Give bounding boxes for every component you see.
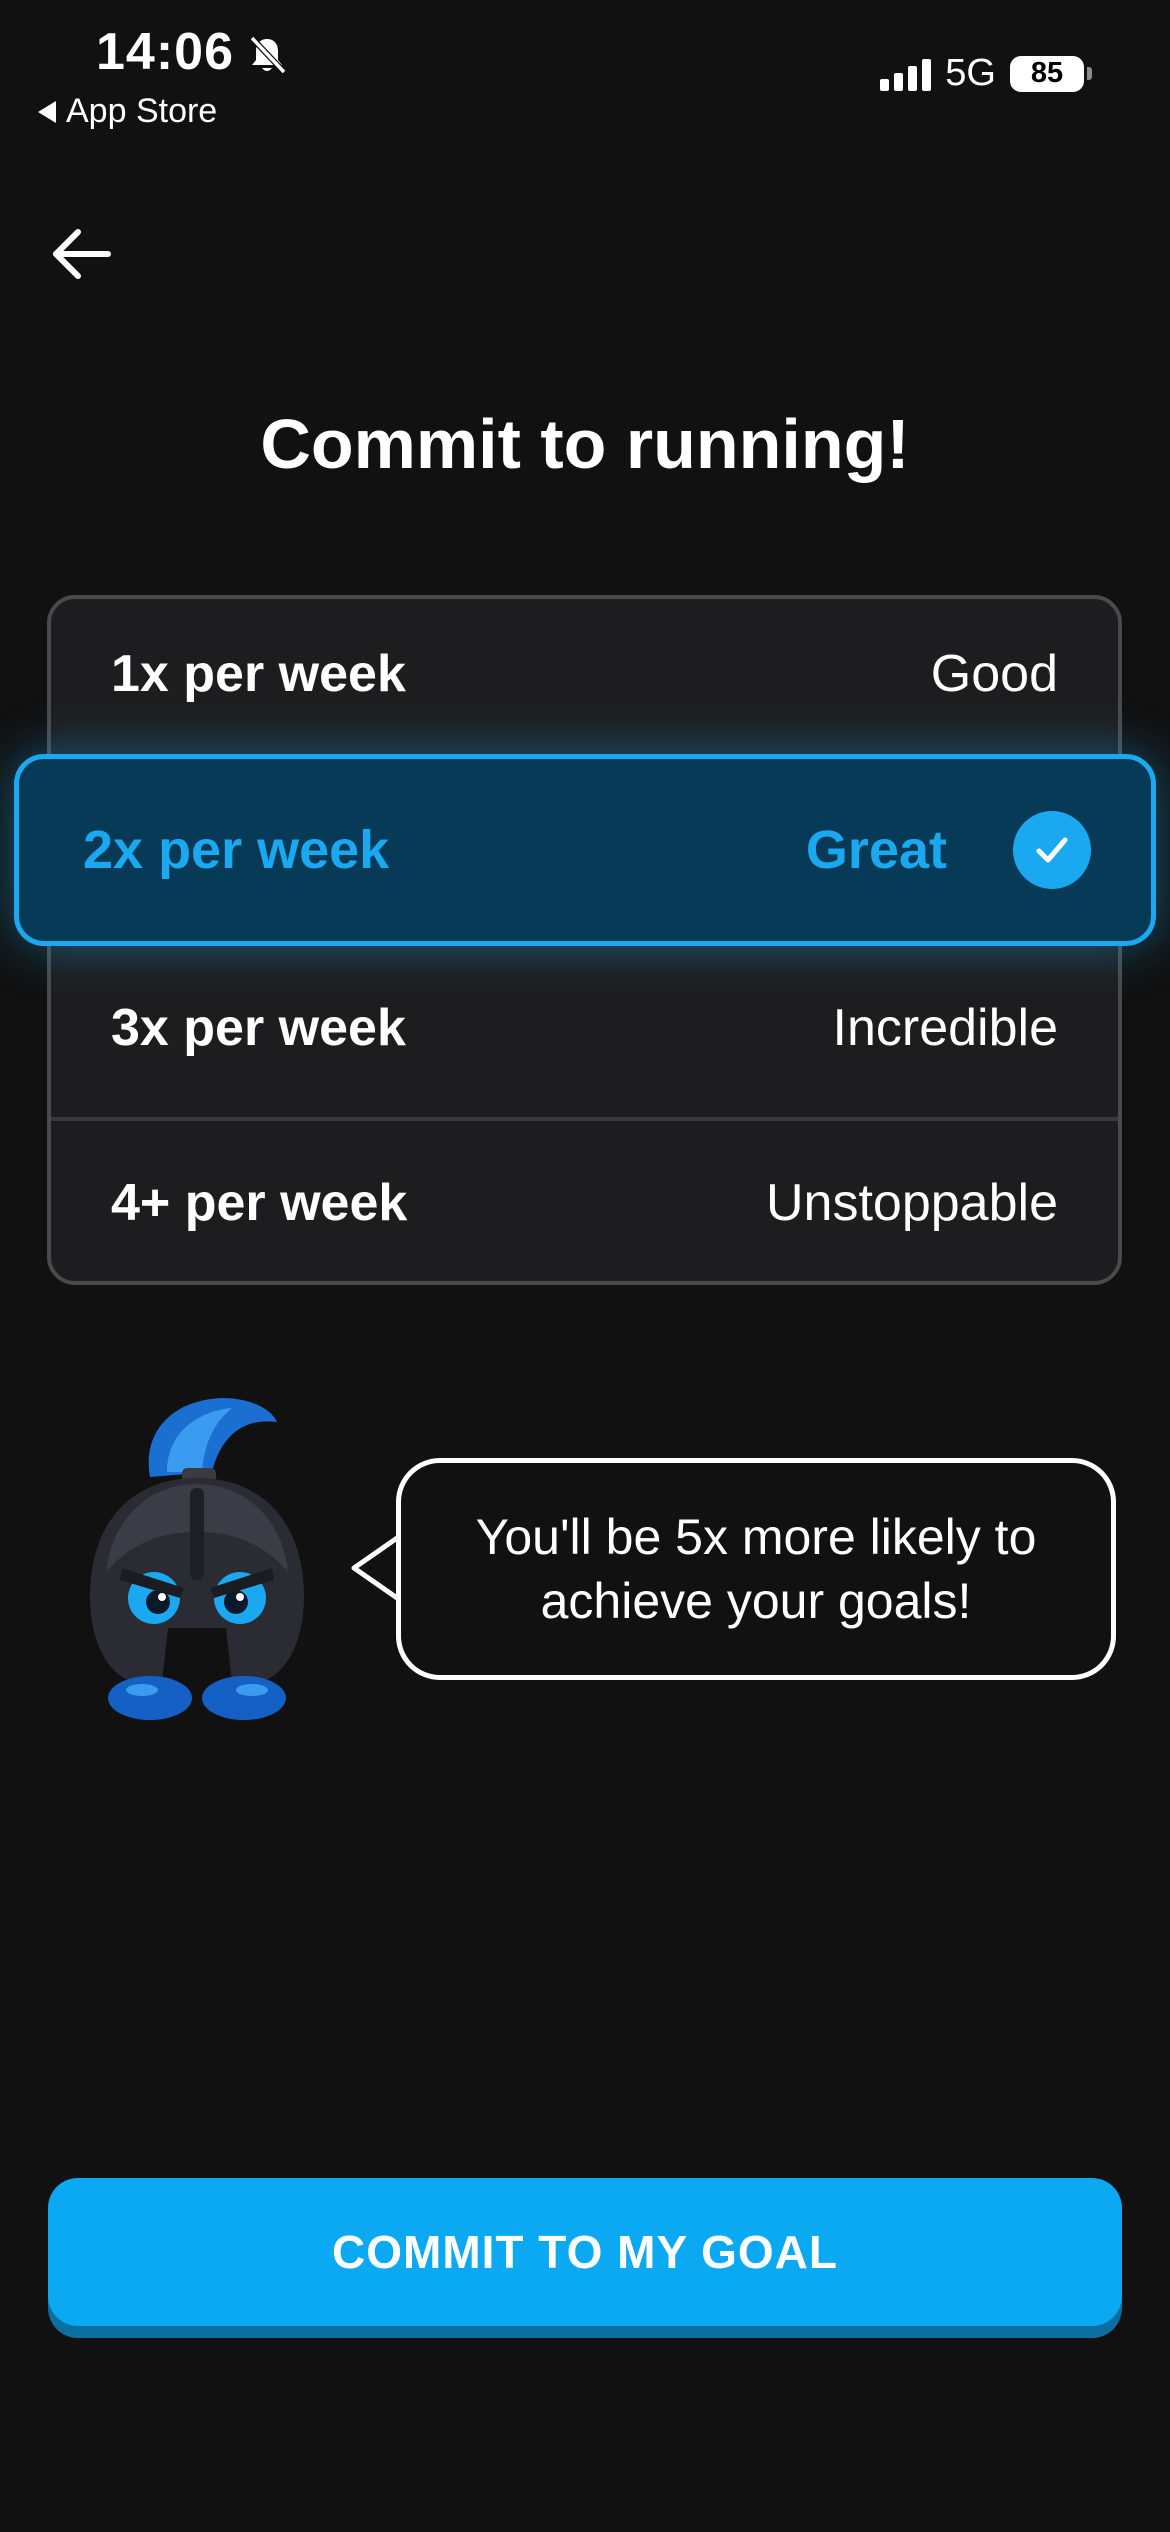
back-button[interactable] xyxy=(46,218,118,290)
network-label: 5G xyxy=(945,52,996,94)
commit-button-label: COMMIT TO MY GOAL xyxy=(332,2226,838,2278)
battery-level: 85 xyxy=(1010,55,1084,92)
speech-bubble: You'll be 5x more likely to achieve your… xyxy=(396,1458,1116,1680)
speech-text: You'll be 5x more likely to achieve your… xyxy=(475,1509,1037,1629)
check-icon xyxy=(1013,811,1091,889)
option-2x-per-week-selected[interactable]: 2x per week Great xyxy=(14,754,1156,946)
option-frequency: 1x per week xyxy=(111,645,406,703)
option-rating: Incredible xyxy=(832,999,1058,1057)
page-title: Commit to running! xyxy=(260,405,910,483)
option-frequency: 2x per week xyxy=(83,820,390,880)
option-1x-per-week[interactable]: 1x per week Good xyxy=(51,599,1118,749)
option-rating: Great xyxy=(805,820,947,880)
spartan-mascot-image xyxy=(90,1398,304,1720)
option-frequency: 3x per week xyxy=(111,999,406,1057)
option-4plus-per-week[interactable]: 4+ per week Unstoppable xyxy=(51,1117,1118,1285)
battery-cap xyxy=(1087,67,1092,80)
arrow-left-icon xyxy=(53,229,111,279)
status-time: 14:06 xyxy=(96,23,234,81)
commit-goal-button[interactable]: COMMIT TO MY GOAL xyxy=(48,2178,1122,2326)
back-to-app-store[interactable]: App Store xyxy=(38,92,217,131)
option-3x-per-week[interactable]: 3x per week Incredible xyxy=(51,939,1118,1117)
back-app-label: App Store xyxy=(66,92,218,130)
option-rating: Good xyxy=(930,645,1058,703)
speech-bubble-tail xyxy=(351,1533,402,1603)
back-triangle-icon xyxy=(38,100,56,123)
bell-muted-icon xyxy=(249,35,287,75)
battery-icon: 85 xyxy=(1010,55,1092,92)
status-indicators: 5G 85 xyxy=(880,52,1092,95)
option-frequency: 4+ per week xyxy=(111,1174,408,1232)
option-rating: Unstoppable xyxy=(766,1174,1058,1232)
signal-icon xyxy=(880,57,932,91)
